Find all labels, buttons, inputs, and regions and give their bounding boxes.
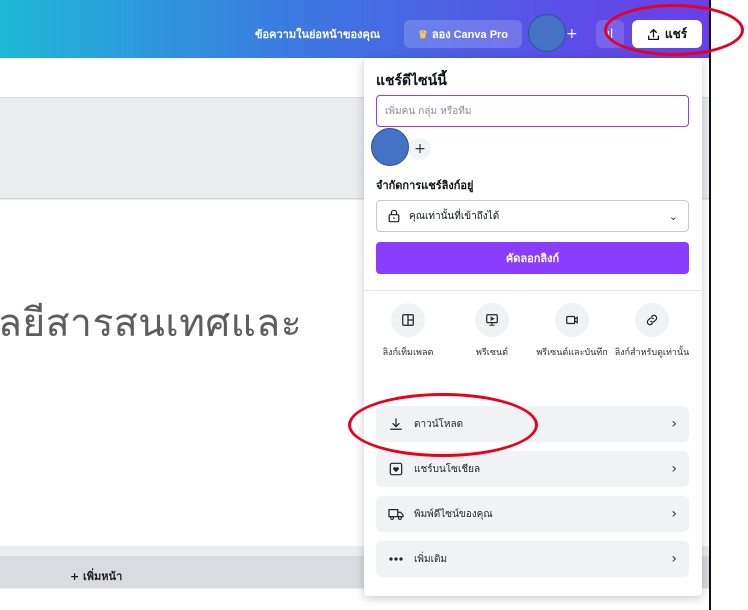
avatar (371, 128, 409, 166)
chevron-down-icon: ⌄ (668, 209, 678, 223)
present-icon (475, 303, 509, 337)
access-level-select[interactable]: คุณเท่านั้นที่เข้าถึงได้ ⌄ (376, 200, 689, 232)
share-panel: แชร์ดีไซน์นี้ + จำกัดการแชร์ลิงก์อยู่ คุ… (364, 58, 702, 596)
row-label: ดาวน์โหลด (414, 418, 464, 430)
option-label: ลิงก์เท็มเพลต (382, 348, 434, 358)
upload-icon (647, 28, 659, 40)
promo-text[interactable]: ข้อความในย่อหน้าของคุณ (255, 25, 380, 43)
add-person-icon[interactable]: + (409, 138, 431, 160)
copy-link-button[interactable]: คัดลอกลิงก์ (376, 242, 689, 274)
option-label: พรีเซนต์ (476, 348, 508, 358)
share-label: แชร์ (664, 26, 688, 41)
link-icon (635, 303, 669, 337)
option-view-only-link[interactable]: ลิงก์สำหรับดูเท่านั้น (612, 303, 692, 360)
share-button[interactable]: แชร์ (632, 20, 702, 48)
record-icon (555, 303, 589, 337)
row-label: เพิ่มเติม (414, 553, 448, 565)
panel-title: แชร์ดีไซน์นี้ (376, 73, 447, 89)
more-row[interactable]: เพิ่มเติม › (376, 541, 689, 577)
chevron-right-icon: › (671, 416, 677, 432)
chevron-right-icon: › (671, 506, 677, 522)
try-pro-label: ลอง Canva Pro (431, 29, 509, 41)
app-window: ข้อความในย่อหน้าของคุณ ♛ ลอง Canva Pro +… (0, 0, 711, 610)
avatar[interactable] (528, 14, 566, 52)
divider (364, 290, 702, 291)
access-level-value: คุณเท่านั้นที่เข้าถึงได้ (409, 210, 500, 222)
chevron-right-icon: › (671, 551, 677, 567)
invite-people-input[interactable] (376, 95, 689, 127)
option-template-link[interactable]: ลิงก์เท็มเพลต (368, 303, 448, 360)
row-label: พิมพ์ดีไซน์ของคุณ (414, 508, 493, 520)
insights-button[interactable]: ıl (596, 20, 624, 48)
option-label: พรีเซนต์และบันทึก (536, 348, 608, 358)
share-options: ลิงก์เท็มเพลต พรีเซนต์ พรีเซนต์และบันทึก… (364, 303, 702, 383)
print-design-row[interactable]: พิมพ์ดีไซน์ของคุณ › (376, 496, 689, 532)
option-label: ลิงก์สำหรับดูเท่านั้น (614, 348, 690, 358)
share-social-row[interactable]: แชร์บนโซเชียล › (376, 451, 689, 487)
add-collaborator-icon[interactable]: + (566, 26, 578, 42)
heart-icon (388, 461, 404, 477)
bar-chart-icon: ıl (606, 27, 614, 41)
option-present-record[interactable]: พรีเซนต์และบันทึก (532, 303, 612, 360)
more-icon (388, 551, 404, 567)
download-row[interactable]: ดาวน์โหลด › (376, 406, 689, 442)
template-icon (391, 303, 425, 337)
truck-icon (388, 506, 404, 522)
add-page-button[interactable]: + เพิ่มหน้า (70, 567, 122, 585)
try-pro-button[interactable]: ♛ ลอง Canva Pro (404, 20, 522, 48)
link-restriction-label: จำกัดการแชร์ลิงก์อยู่ (376, 179, 474, 192)
download-icon (388, 416, 404, 432)
row-label: แชร์บนโซเชียล (414, 463, 481, 475)
crown-icon: ♛ (417, 28, 428, 41)
page-heading-text[interactable]: ลยีสารสนเทศและ (0, 292, 302, 354)
chevron-right-icon: › (671, 461, 677, 477)
lock-icon (388, 209, 400, 223)
top-bar: ข้อความในย่อหน้าของคุณ ♛ ลอง Canva Pro +… (0, 0, 709, 58)
option-present[interactable]: พรีเซนต์ (452, 303, 532, 360)
